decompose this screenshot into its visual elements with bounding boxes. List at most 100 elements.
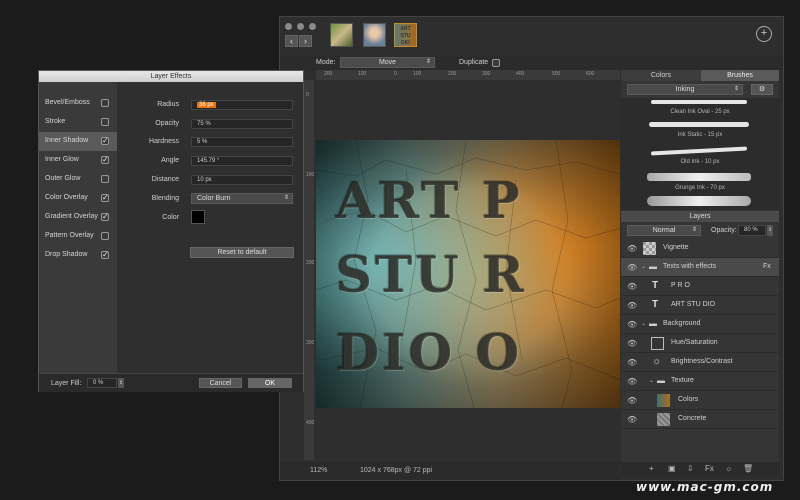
eye-icon[interactable]: 👁 [627, 244, 637, 253]
effect-checkbox[interactable] [101, 212, 109, 221]
reset-to-default-button[interactable]: Reset to default [190, 247, 294, 258]
document-thumbnail-animal[interactable] [330, 23, 353, 47]
layer-row[interactable]: 👁 T ART STU DIO [621, 296, 779, 315]
layer-row[interactable]: 👁 Concrete [621, 410, 779, 429]
eye-icon[interactable]: 👁 [627, 358, 637, 367]
forward-button[interactable]: › [299, 35, 312, 47]
brush-settings-button[interactable]: ⚙ [751, 84, 773, 95]
layer-name: P R O [671, 282, 690, 289]
effect-checkbox[interactable] [101, 175, 109, 183]
eye-icon[interactable]: 👁 [627, 282, 637, 291]
canvas-text-line-1: ART P [336, 171, 523, 230]
eye-icon[interactable]: 👁 [627, 339, 637, 348]
effect-checkbox[interactable] [101, 118, 109, 126]
effect-checkbox[interactable] [101, 232, 109, 240]
layer-row[interactable]: 👁 Colors [621, 391, 779, 410]
layer-row[interactable]: 👁 ☼ Brightness/Contrast [621, 353, 779, 372]
eye-icon[interactable]: 👁 [627, 301, 637, 310]
brush-item[interactable]: Grunge Ink - 70 px [621, 168, 779, 191]
brush-name: Ink Static - 15 px [677, 132, 723, 138]
chevron-down-icon[interactable]: ⌄ [649, 377, 654, 384]
brush-stroke-preview[interactable] [647, 196, 751, 206]
opacity-field[interactable]: 75 % [191, 119, 293, 129]
eye-icon[interactable]: 👁 [627, 396, 637, 405]
layer-row[interactable]: 👁 ⌄ ▬ Texture [621, 372, 779, 391]
brush-item[interactable]: Old Ink - 10 px [621, 144, 779, 166]
document-thumbnail-portrait[interactable] [363, 23, 386, 47]
eye-icon[interactable]: 👁 [627, 377, 637, 386]
distance-label: Distance [151, 176, 179, 183]
angle-field[interactable]: 145.79 ° [191, 156, 293, 166]
effects-list: Bevel/Emboss Stroke Inner Shadow Inner G… [39, 82, 117, 373]
cancel-button[interactable]: Cancel [199, 378, 242, 388]
close-window-button[interactable] [285, 23, 292, 30]
brush-item[interactable]: Clean Ink Oval - 25 px [621, 98, 779, 120]
color-swatch[interactable] [191, 210, 205, 224]
folder-icon: ▬ [649, 262, 657, 271]
merge-down-icon[interactable]: ⇩ [687, 464, 694, 473]
fx-badge[interactable]: Fx [763, 263, 771, 270]
chevron-down-icon[interactable]: ⌄ [641, 320, 646, 327]
effect-name: Bevel/Emboss [45, 99, 90, 106]
layers-header: Layers [621, 211, 779, 222]
opacity-field[interactable]: 80 % [738, 225, 766, 236]
right-panel: Colors Brushes Inking ⇕ ⚙ Clean Ink Oval… [621, 70, 779, 476]
effect-checkbox[interactable] [101, 193, 109, 202]
layer-effects-dialog: Layer Effects Bevel/Emboss Stroke Inner … [38, 70, 304, 392]
effect-checkbox[interactable] [101, 99, 109, 107]
effect-item-pattern-overlay[interactable]: Pattern Overlay [39, 227, 117, 246]
add-group-icon[interactable]: ▣ [668, 464, 676, 473]
image-canvas[interactable]: ART P STU R DIO O [316, 140, 620, 408]
effect-name: Pattern Overlay [45, 232, 94, 239]
effect-item-gradient-overlay[interactable]: Gradient Overlay [39, 208, 117, 227]
blending-select[interactable]: Color Burn ⇕ [191, 193, 293, 204]
tab-brushes[interactable]: Brushes [701, 70, 779, 81]
ok-button[interactable]: OK [248, 378, 292, 388]
add-layer-icon[interactable]: + [649, 464, 654, 473]
duplicate-checkbox[interactable] [492, 59, 500, 67]
document-thumbnail-art-studio[interactable]: ART STU DIO [394, 23, 417, 47]
distance-field[interactable]: 10 px [191, 175, 293, 185]
radius-field[interactable]: 36 px [191, 100, 293, 110]
opacity-stepper[interactable]: ⇕ [767, 225, 773, 236]
layer-fill-field[interactable]: 0 % [87, 378, 117, 388]
effect-item-drop-shadow[interactable]: Drop Shadow [39, 246, 117, 265]
minimize-window-button[interactable] [297, 23, 304, 30]
mode-select[interactable]: Move ⇕ [340, 57, 435, 68]
layer-name: Vignette [663, 244, 689, 251]
effect-checkbox[interactable] [101, 250, 109, 259]
brush-item[interactable]: Ink Static - 15 px [621, 120, 779, 142]
effect-item-bevel-emboss[interactable]: Bevel/Emboss [39, 94, 117, 113]
effect-checkbox[interactable] [101, 155, 109, 164]
zoom-window-button[interactable] [309, 23, 316, 30]
layer-row[interactable]: 👁 T P R O [621, 277, 779, 296]
adjustment-icon[interactable]: ☼ [725, 464, 732, 473]
effect-item-color-overlay[interactable]: Color Overlay [39, 189, 117, 208]
layer-row[interactable]: 👁 Hue/Saturation [621, 334, 779, 353]
effect-item-inner-shadow[interactable]: Inner Shadow [39, 132, 117, 151]
effect-item-stroke[interactable]: Stroke [39, 113, 117, 132]
layer-fill-stepper[interactable]: ⇕ [118, 378, 124, 388]
effect-checkbox[interactable] [101, 136, 109, 145]
mode-select-value: Move [378, 59, 397, 66]
new-document-button[interactable]: + [756, 26, 772, 42]
layer-row[interactable]: 👁 ⌄ ▬ Background [621, 315, 779, 334]
brush-set-select[interactable]: Inking ⇕ [627, 84, 743, 95]
layer-row[interactable]: 👁 Vignette [621, 239, 779, 258]
brush-stroke-preview [651, 100, 747, 104]
eye-icon[interactable]: 👁 [627, 320, 637, 329]
layer-row[interactable]: 👁 ⌄ ▬ Texts with effects Fx [621, 258, 779, 277]
eye-icon[interactable]: 👁 [627, 263, 637, 272]
layer-effects-icon[interactable]: Fx [705, 464, 714, 473]
hardness-field[interactable]: 5 % [191, 137, 293, 147]
effect-item-outer-glow[interactable]: Outer Glow [39, 170, 117, 189]
tab-colors[interactable]: Colors [621, 70, 701, 81]
back-button[interactable]: ‹ [285, 35, 298, 47]
blend-mode-select[interactable]: Normal ⇕ [627, 225, 701, 236]
eye-icon[interactable]: 👁 [627, 415, 637, 424]
effect-item-inner-glow[interactable]: Inner Glow [39, 151, 117, 170]
trash-icon[interactable]: 🗑 [743, 464, 753, 473]
chevron-down-icon[interactable]: ⌄ [641, 263, 646, 270]
zoom-level[interactable]: 112% [310, 467, 327, 474]
brush-name: Grunge Ink - 70 px [675, 185, 725, 191]
